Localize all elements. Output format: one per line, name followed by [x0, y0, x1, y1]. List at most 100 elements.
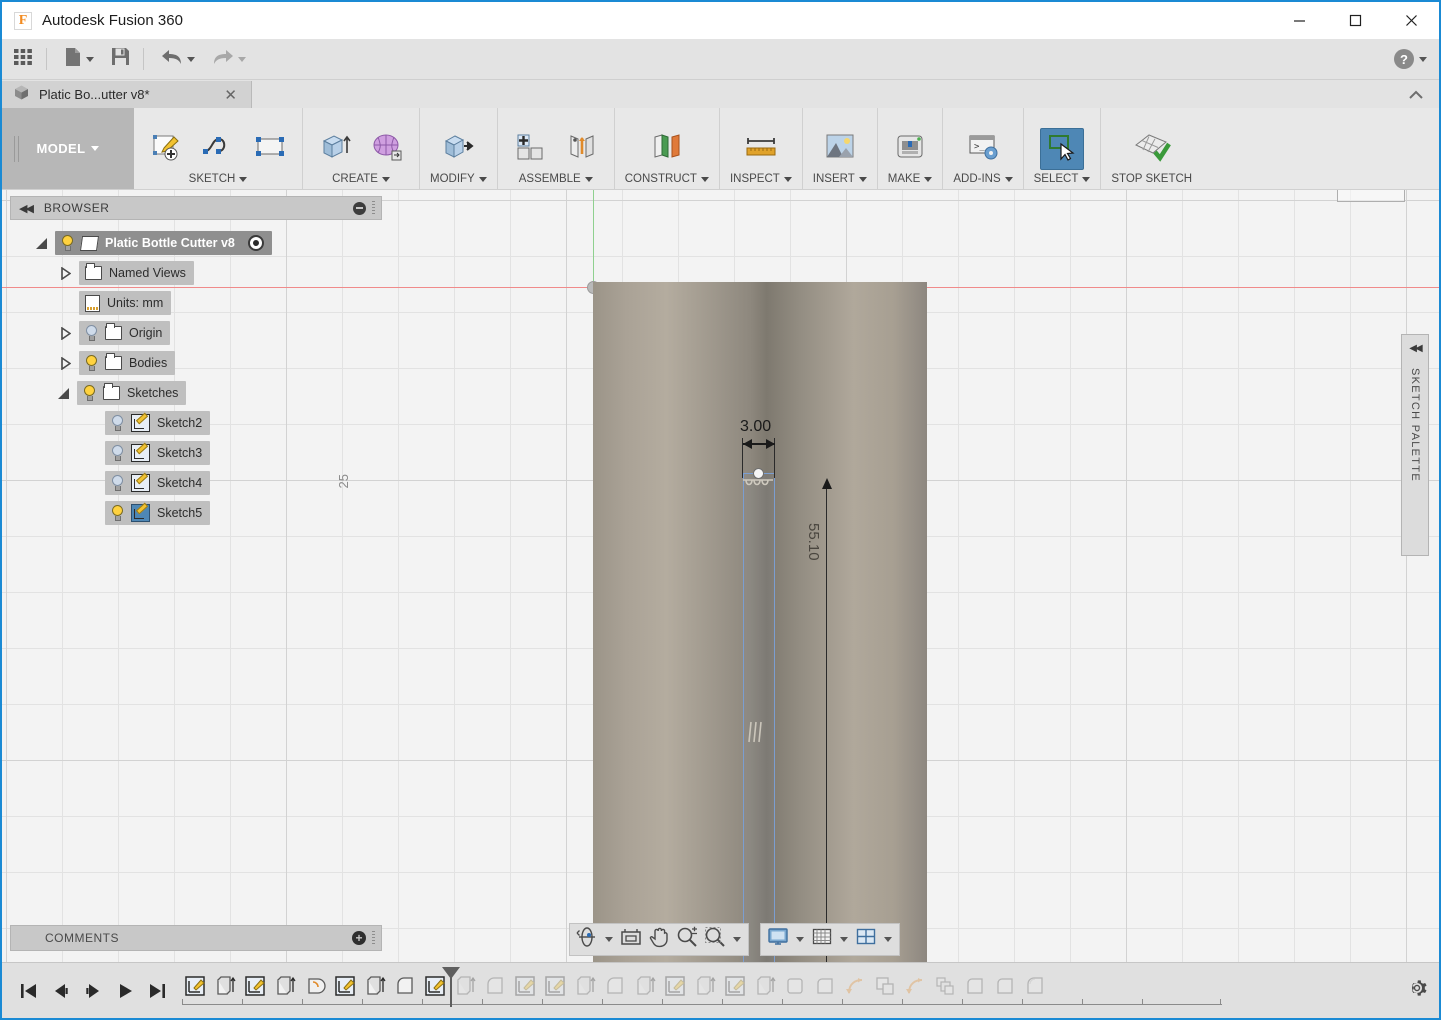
visibility-bulb-icon[interactable] — [111, 415, 124, 431]
panel-resize-grip[interactable] — [372, 201, 375, 215]
ribbon-group-label-inspect[interactable]: INSPECT — [730, 170, 792, 185]
tree-item-origin[interactable]: Origin — [79, 321, 171, 345]
fit-button[interactable] — [702, 926, 728, 953]
chevron-down-icon[interactable] — [602, 937, 616, 942]
orbit-button[interactable] — [574, 926, 600, 953]
tree-row-bodies[interactable]: Bodies — [10, 350, 382, 376]
timeline-feature-extrude[interactable] — [360, 971, 390, 1001]
timeline-feature-fillet[interactable] — [390, 971, 420, 1001]
step-forward-button[interactable] — [80, 978, 106, 1004]
ribbon-group-label-stop-sketch[interactable]: STOP SKETCH — [1111, 170, 1192, 185]
redo-button[interactable] — [205, 42, 252, 76]
twisty-collapsed-icon[interactable] — [56, 266, 74, 280]
tree-item-sketch5[interactable]: Sketch5 — [105, 501, 211, 525]
close-button[interactable] — [1383, 2, 1439, 39]
tree-item-named-views[interactable]: Named Views — [79, 261, 194, 285]
timeline-feature-fillet-inactive[interactable] — [480, 971, 510, 1001]
ribbon-group-label-make[interactable]: MAKE — [888, 170, 933, 185]
zoom-button[interactable] — [674, 926, 700, 953]
timeline-feature-body-inactive[interactable] — [960, 971, 990, 1001]
timeline-feature-sketch-inactive[interactable] — [720, 971, 750, 1001]
tree-row-origin[interactable]: Origin — [10, 320, 382, 346]
view-cube[interactable]: TOP — [1337, 190, 1405, 202]
twisty-collapsed-icon[interactable] — [56, 326, 74, 340]
comments-panel-header[interactable]: COMMENTS + — [10, 925, 382, 951]
visibility-bulb-icon[interactable] — [111, 445, 124, 461]
show-data-panel-button[interactable] — [6, 42, 40, 76]
document-tab[interactable]: Platic Bo...utter v8* ✕ — [2, 81, 252, 108]
sketch-profile-rectangle[interactable] — [743, 473, 775, 962]
display-settings-button[interactable] — [765, 926, 791, 953]
viewports-button[interactable] — [853, 926, 879, 953]
sketch-palette-panel[interactable]: ◀◀ SKETCH PALETTE — [1401, 334, 1429, 556]
ribbon-group-label-insert[interactable]: INSERT — [813, 170, 867, 185]
timeline-feature-fillet-inactive[interactable] — [600, 971, 630, 1001]
go-to-end-button[interactable] — [144, 978, 170, 1004]
help-icon[interactable]: ? — [1394, 49, 1414, 69]
file-menu-button[interactable] — [57, 42, 100, 76]
tree-item-sketch3[interactable]: Sketch3 — [105, 441, 211, 465]
minimize-button[interactable] — [1271, 2, 1327, 39]
visibility-bulb-icon[interactable] — [83, 385, 96, 401]
tree-row-sketch2[interactable]: Sketch2 — [10, 410, 382, 436]
timeline-track[interactable] — [180, 966, 1387, 1013]
timeline-feature-sketch-inactive[interactable] — [540, 971, 570, 1001]
timeline-feature-sketch[interactable] — [180, 971, 210, 1001]
tree-row-sketch3[interactable]: Sketch3 — [10, 440, 382, 466]
activate-component-radio[interactable] — [247, 235, 264, 251]
spline-button[interactable] — [196, 128, 240, 170]
tree-row-sketch5[interactable]: Sketch5 — [10, 500, 382, 526]
tree-item-units[interactable]: Units: mm — [79, 291, 172, 315]
timeline-settings-button[interactable] — [1395, 963, 1439, 1018]
timeline-feature-extrude-inactive[interactable] — [750, 971, 780, 1001]
timeline-feature-extrude-inactive[interactable] — [630, 971, 660, 1001]
timeline-feature-sketch[interactable] — [330, 971, 360, 1001]
collapse-left-icon[interactable]: ◀◀ — [1409, 343, 1422, 354]
chevron-down-icon[interactable] — [1419, 56, 1427, 62]
parallel-constraint-glyph[interactable] — [747, 720, 767, 749]
timeline-feature-sketch-inactive[interactable] — [510, 971, 540, 1001]
joint-button[interactable] — [560, 128, 604, 170]
tree-item-root[interactable]: Platic Bottle Cutter v8 — [55, 231, 272, 255]
collapse-left-icon[interactable]: ◀◀ — [15, 202, 36, 215]
ribbon-group-label-assemble[interactable]: ASSEMBLE — [519, 170, 593, 185]
tree-row-units[interactable]: Units: mm — [10, 290, 382, 316]
tree-item-sketch2[interactable]: Sketch2 — [105, 411, 211, 435]
pan-button[interactable] — [646, 926, 672, 953]
timeline-feature-sketch[interactable] — [240, 971, 270, 1001]
chevron-down-icon[interactable] — [730, 937, 744, 942]
step-back-button[interactable] — [48, 978, 74, 1004]
twisty-expanded-icon[interactable] — [32, 237, 50, 249]
chevron-down-icon[interactable] — [793, 937, 807, 942]
maximize-button[interactable] — [1327, 2, 1383, 39]
ribbon-group-label-modify[interactable]: MODIFY — [430, 170, 487, 185]
collapse-all-icon[interactable] — [353, 201, 366, 215]
timeline-feature-extrude-inactive[interactable] — [690, 971, 720, 1001]
ribbon-group-label-select[interactable]: SELECT — [1034, 170, 1091, 185]
grid-snaps-button[interactable] — [809, 926, 835, 953]
create-sketch-button[interactable] — [144, 128, 188, 170]
play-button[interactable] — [112, 978, 138, 1004]
visibility-bulb-icon[interactable] — [85, 355, 98, 371]
fix-constraint-glyph-top[interactable] — [741, 476, 775, 499]
chevron-up-icon[interactable] — [1407, 88, 1439, 108]
insert-image-button[interactable] — [818, 128, 862, 170]
create-form-button[interactable] — [365, 128, 409, 170]
3d-print-button[interactable] — [888, 128, 932, 170]
visibility-bulb-icon[interactable] — [111, 475, 124, 491]
3d-viewport[interactable]: 25 3.00 55.10 ◀◀ BROWSER Platic Bottle C… — [2, 190, 1439, 962]
timeline-feature-combine-inactive[interactable] — [870, 971, 900, 1001]
rectangle-button[interactable] — [248, 128, 292, 170]
timeline-feature-body-inactive[interactable] — [810, 971, 840, 1001]
undo-button[interactable] — [154, 42, 201, 76]
timeline-feature-pattern-inactive[interactable] — [930, 971, 960, 1001]
ribbon-group-label-construct[interactable]: CONSTRUCT — [625, 170, 709, 185]
ribbon-group-label-sketch[interactable]: SKETCH — [189, 170, 248, 185]
timeline-feature-extrude[interactable] — [210, 971, 240, 1001]
timeline-feature-revolve[interactable] — [300, 971, 330, 1001]
tree-item-bodies[interactable]: Bodies — [79, 351, 176, 375]
timeline-feature-body-inactive[interactable] — [780, 971, 810, 1001]
chevron-down-icon[interactable] — [837, 937, 851, 942]
new-component-button[interactable] — [508, 128, 552, 170]
panel-resize-grip[interactable] — [372, 931, 375, 945]
